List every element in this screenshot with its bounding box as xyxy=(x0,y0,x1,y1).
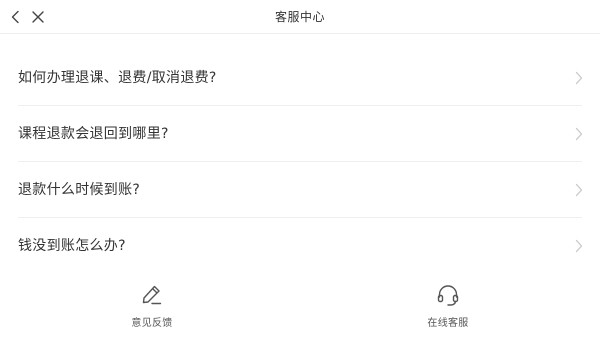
customer-service-page: 客服中心 如何办理退课、退费/取消退费? 课程退款会退回到哪里? 退款什么时候到… xyxy=(0,0,600,338)
chevron-right-icon xyxy=(575,127,583,141)
chevron-right-icon xyxy=(575,183,583,197)
faq-item-label: 钱没到账怎么办? xyxy=(18,238,126,254)
pencil-icon xyxy=(142,285,162,305)
chevron-right-icon xyxy=(575,71,583,85)
faq-item-label: 课程退款会退回到哪里? xyxy=(18,126,169,142)
bottom-action-bar: 意见反馈 在线客服 xyxy=(0,272,600,338)
faq-item-refund-timing[interactable]: 退款什么时候到账? xyxy=(0,162,600,218)
faq-item-refund-destination[interactable]: 课程退款会退回到哪里? xyxy=(0,106,600,162)
faq-item-refund-process[interactable]: 如何办理退课、退费/取消退费? xyxy=(0,50,600,106)
chevron-right-icon xyxy=(575,239,583,253)
faq-list: 如何办理退课、退费/取消退费? 课程退款会退回到哪里? 退款什么时候到账? 钱没… xyxy=(0,50,600,274)
page-title: 客服中心 xyxy=(274,10,325,24)
faq-item-money-not-received[interactable]: 钱没到账怎么办? xyxy=(0,218,600,274)
header-bar: 客服中心 xyxy=(0,0,600,34)
headset-icon xyxy=(437,285,459,306)
faq-item-label: 退款什么时候到账? xyxy=(18,182,141,198)
feedback-button[interactable]: 意见反馈 xyxy=(92,282,212,332)
faq-item-label: 如何办理退课、退费/取消退费? xyxy=(18,70,217,86)
feedback-label: 意见反馈 xyxy=(131,318,173,329)
online-service-label: 在线客服 xyxy=(427,318,469,329)
online-service-button[interactable]: 在线客服 xyxy=(388,282,508,332)
